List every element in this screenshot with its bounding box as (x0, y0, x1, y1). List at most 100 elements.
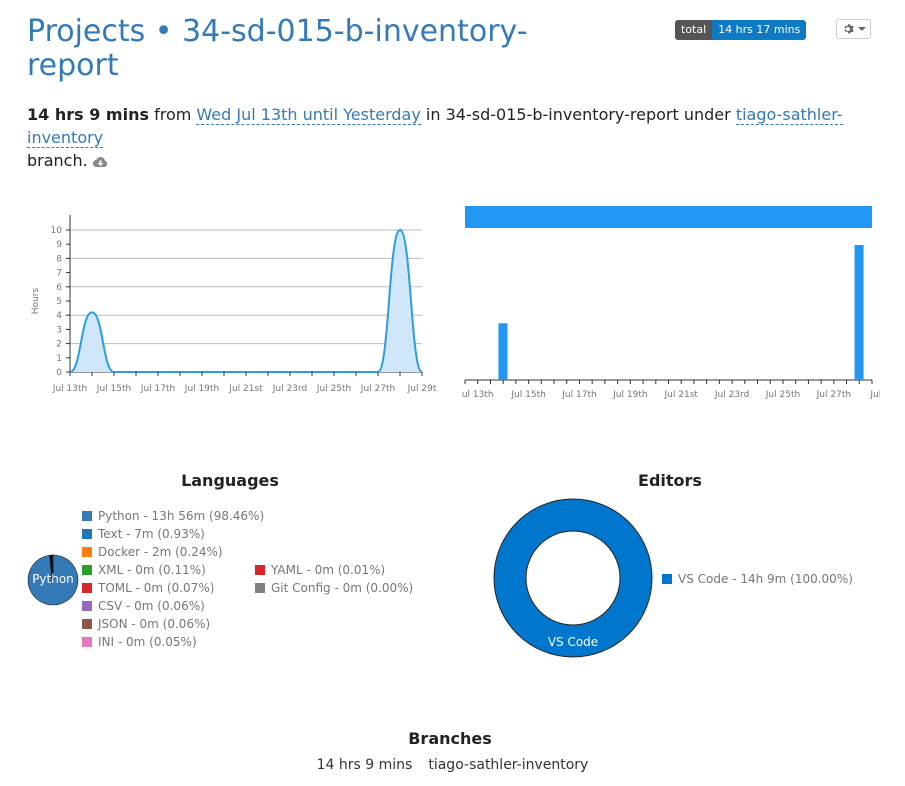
y-tick-label: 5 (56, 297, 62, 307)
total-badge-value: 14 hrs 17 mins (712, 20, 807, 40)
total-badge: total 14 hrs 17 mins (675, 20, 807, 40)
languages-title: Languages (181, 471, 279, 490)
legend-item[interactable]: VS Code - 14h 9m (100.00%) (662, 570, 853, 588)
chevron-down-icon (857, 27, 866, 31)
legend-label: YAML - 0m (0.01%) (271, 563, 386, 577)
legend-label: VS Code - 14h 9m (100.00%) (678, 572, 853, 586)
x-tick-label: Jul 29t (869, 390, 880, 400)
daily-bar-chart: ul 13th Jul 15th Jul 17th Jul 19th Jul 21st J… (462, 206, 880, 400)
legend-label: XML - 0m (0.11%) (98, 563, 206, 577)
y-tick-label: 8 (56, 254, 62, 264)
summary-project: 34-sd-015-b-inventory-report (445, 105, 679, 124)
y-tick-label: 9 (56, 240, 62, 250)
languages-pie-chart: Python (27, 554, 79, 606)
legend-item[interactable]: TOML - 0m (0.07%) (82, 579, 264, 597)
hours-area-chart: 0 1 2 3 4 5 6 7 8 9 10 Hours Jul 13th Jul 15th Jul 17t… (31, 215, 437, 394)
legend-item[interactable]: JSON - 0m (0.06%) (82, 615, 264, 633)
y-tick-label: 7 (56, 269, 62, 279)
legend-swatch (82, 547, 92, 557)
branches-title: Branches (408, 729, 492, 748)
editors-legend: VS Code - 14h 9m (100.00%) (662, 570, 853, 588)
donut-slice-label: VS Code (548, 635, 598, 649)
y-tick-label: 4 (56, 311, 62, 321)
x-tick-label: Jul 19th (184, 384, 219, 394)
y-axis-label: Hours (31, 288, 41, 315)
legend-label: Text - 7m (0.93%) (98, 527, 205, 541)
x-tick-label: Jul 23rd (714, 390, 749, 400)
legend-swatch (82, 601, 92, 611)
page-title: Projects • 34-sd-015-b-inventory-report (27, 15, 587, 83)
x-tick-label: Jul 21st (228, 384, 263, 394)
summary-under: under (683, 105, 731, 124)
title-prefix: Projects • (27, 14, 183, 49)
legend-label: Git Config - 0m (0.00%) (271, 581, 414, 595)
legend-swatch (255, 565, 265, 575)
series-area (70, 230, 422, 372)
y-tick-label: 0 (56, 368, 62, 378)
y-tick-label: 6 (56, 283, 62, 293)
editors-donut-chart: VS Code (493, 498, 653, 658)
y-tick-label: 1 (56, 354, 62, 364)
x-tick-label: Jul 25th (316, 384, 351, 394)
settings-dropdown-button[interactable] (836, 19, 871, 39)
x-tick-label: Jul 17th (561, 390, 596, 400)
legend-label: INI - 0m (0.05%) (98, 635, 197, 649)
branch-name[interactable]: tiago-sathler-inventory (428, 757, 588, 773)
branches-table: 14 hrs 9 mins tiago-sathler-inventory (0, 757, 905, 773)
y-tick-label: 3 (56, 325, 62, 335)
legend-label: JSON - 0m (0.06%) (98, 617, 211, 631)
donut-inner-edge (525, 530, 621, 626)
pie-slice-label: Python (32, 572, 74, 586)
legend-label: Docker - 2m (0.24%) (98, 545, 223, 559)
summary-from: from (154, 105, 192, 124)
legend-item[interactable]: Python - 13h 56m (98.46%) (82, 507, 264, 525)
total-badge-label: total (675, 20, 713, 40)
y-tick-label: 10 (51, 226, 63, 236)
x-tick-label: ul 13th (462, 390, 494, 400)
x-tick-label: Jul 15th (96, 384, 131, 394)
bar (498, 323, 508, 380)
legend-swatch (82, 529, 92, 539)
summary-text: 14 hrs 9 mins from Wed Jul 13th until Ye… (27, 103, 887, 172)
x-tick-label: Jul 25th (765, 390, 800, 400)
legend-label: Python - 13h 56m (98.46%) (98, 509, 265, 523)
legend-swatch (82, 619, 92, 629)
date-range-link[interactable]: Wed Jul 13th until Yesterday (196, 105, 421, 125)
cloud-download-icon[interactable] (92, 156, 108, 168)
x-tick-label: Jul 23rd (272, 384, 307, 394)
legend-item[interactable]: Git Config - 0m (0.00%) (255, 579, 413, 597)
top-band-bar (465, 206, 872, 228)
summary-branch-word: branch. (27, 151, 88, 170)
summary-duration: 14 hrs 9 mins (27, 105, 149, 124)
x-tick-label: Jul 21st (664, 390, 699, 400)
languages-legend-col-2: YAML - 0m (0.01%) Git Config - 0m (0.00%) (255, 561, 413, 597)
x-tick-label: Jul 27th (360, 384, 395, 394)
branch-duration: 14 hrs 9 mins (316, 757, 413, 773)
legend-item[interactable]: XML - 0m (0.11%) (82, 561, 264, 579)
legend-item[interactable]: YAML - 0m (0.01%) (255, 561, 413, 579)
legend-item[interactable]: INI - 0m (0.05%) (82, 633, 264, 651)
bar (854, 245, 864, 380)
x-tick-label: Jul 27th (816, 390, 851, 400)
editors-title: Editors (638, 471, 702, 490)
legend-item[interactable]: Text - 7m (0.93%) (82, 525, 264, 543)
legend-swatch (82, 565, 92, 575)
legend-swatch (82, 511, 92, 521)
series-line (69, 228, 423, 373)
x-tick-label: Jul 13th (52, 384, 87, 394)
x-tick-label: Jul 29t (407, 384, 437, 394)
legend-swatch (662, 574, 672, 584)
gear-icon (844, 24, 854, 34)
languages-legend-col-1: Python - 13h 56m (98.46%) Text - 7m (0.93… (82, 507, 264, 651)
y-tick-label: 2 (56, 340, 62, 350)
x-tick-label: Jul 15th (510, 390, 545, 400)
x-tick-label: Jul 17th (140, 384, 175, 394)
legend-swatch (255, 583, 265, 593)
legend-swatch (82, 637, 92, 647)
legend-item[interactable]: Docker - 2m (0.24%) (82, 543, 264, 561)
legend-label: TOML - 0m (0.07%) (98, 581, 215, 595)
legend-label: CSV - 0m (0.06%) (98, 599, 205, 613)
legend-item[interactable]: CSV - 0m (0.06%) (82, 597, 264, 615)
summary-in: in (425, 105, 441, 124)
legend-swatch (82, 583, 92, 593)
